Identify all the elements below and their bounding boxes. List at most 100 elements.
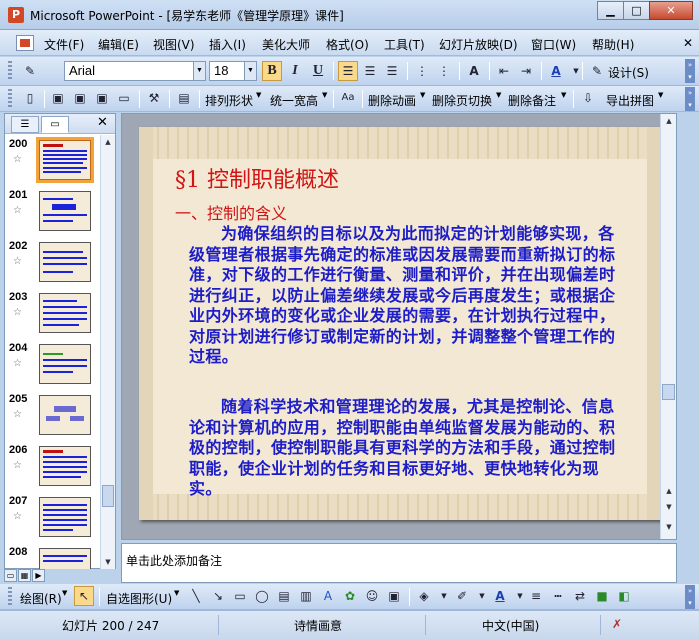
slide-thumbnail-204[interactable]: 204 ☆: [5, 341, 101, 391]
next-slide-icon[interactable]: ▼: [663, 500, 675, 514]
dash-style-icon[interactable]: ┅: [548, 586, 568, 606]
toolbar-grip[interactable]: [8, 61, 12, 81]
arrange-shapes-button[interactable]: 排列形状: [205, 92, 253, 109]
scroll-up-icon[interactable]: ▲: [663, 114, 675, 128]
slide-body-paragraph[interactable]: 随着科学技术和管理理论的发展，尤其是控制论、信息论和计算机的应用，控制职能由单纯…: [189, 397, 629, 500]
slideshow-view-icon[interactable]: ▶: [32, 569, 45, 582]
slide-subtitle[interactable]: 一、控制的含义: [175, 200, 287, 224]
font-name-select[interactable]: Arial ▼: [64, 61, 206, 81]
chevron-down-icon[interactable]: ▼: [420, 91, 425, 99]
font-replace-icon[interactable]: Aa: [338, 88, 358, 108]
chevron-down-icon[interactable]: ▼: [658, 91, 663, 99]
slide-sorter-view-icon[interactable]: ▦: [18, 569, 31, 582]
notes-pane[interactable]: 单击此处添加备注: [121, 543, 677, 583]
scroll-up-icon[interactable]: ▲: [102, 135, 114, 149]
menu-window[interactable]: 窗口(W): [531, 36, 576, 53]
menu-help[interactable]: 帮助(H): [592, 36, 634, 53]
scroll-thumb[interactable]: [102, 485, 114, 507]
previous-slide-icon[interactable]: ▲: [663, 484, 675, 498]
menu-slideshow[interactable]: 幻灯片放映(D): [439, 36, 518, 53]
chevron-down-icon[interactable]: ▼: [561, 91, 566, 99]
chevron-down-icon[interactable]: ▼: [472, 586, 492, 606]
scroll-down-icon[interactable]: ▼: [102, 555, 114, 569]
align-center-icon[interactable]: ☰: [360, 61, 380, 81]
increase-indent-icon[interactable]: ⇥: [516, 61, 536, 81]
remove-notes-button[interactable]: 删除备注: [508, 92, 556, 109]
autoshapes-button[interactable]: 自选图形(U): [106, 590, 172, 607]
chevron-down-icon[interactable]: ▼: [434, 586, 454, 606]
remove-transition-button[interactable]: 删除页切换: [432, 92, 492, 109]
line-color-icon[interactable]: ✐: [452, 586, 472, 606]
chevron-down-icon[interactable]: ▼: [62, 589, 67, 597]
increase-font-icon[interactable]: A: [464, 61, 484, 81]
underline-button[interactable]: U: [308, 61, 328, 81]
slides-tab[interactable]: ▭: [41, 116, 69, 133]
spelling-check-icon[interactable]: ✗: [612, 617, 622, 631]
menu-insert[interactable]: 插入(I): [209, 36, 246, 53]
diagram-icon[interactable]: ✿: [340, 586, 360, 606]
arrow-style-icon[interactable]: ⇄: [570, 586, 590, 606]
slide-thumbnail-205[interactable]: 205 ☆: [5, 392, 101, 442]
arrow-icon[interactable]: ↘: [208, 586, 228, 606]
font-color-icon[interactable]: A: [546, 61, 566, 81]
same-size-button[interactable]: 统一宽高: [270, 92, 318, 109]
menu-beautify[interactable]: 美化大师: [262, 36, 310, 53]
maximize-button[interactable]: □: [623, 1, 650, 20]
chevron-down-icon[interactable]: ▼: [244, 62, 256, 80]
menu-file[interactable]: 文件(F): [44, 36, 84, 53]
normal-view-icon[interactable]: ▭: [4, 569, 17, 582]
close-button[interactable]: ✕: [649, 1, 693, 20]
toolbar-options-icon[interactable]: » ▾: [685, 59, 695, 83]
powerpoint-app-icon[interactable]: P: [8, 7, 24, 23]
italic-button[interactable]: I: [285, 61, 305, 81]
slide-thumbnail-201[interactable]: 201 ☆: [5, 188, 101, 238]
page-icon[interactable]: ▤: [174, 88, 194, 108]
picture-icon[interactable]: ▣: [48, 88, 68, 108]
vertical-textbox-icon[interactable]: ▥: [296, 586, 316, 606]
layout-icon[interactable]: ▣: [92, 88, 112, 108]
fill-color-icon[interactable]: ◈: [414, 586, 434, 606]
chevron-down-icon[interactable]: ▼: [322, 91, 327, 99]
textbox-icon[interactable]: ▤: [274, 586, 294, 606]
current-slide[interactable]: §1 控制职能概述 一、控制的含义 为确保组织的目标以及为此而拟定的计划能够实现…: [139, 127, 661, 520]
format-painter-icon[interactable]: ✎: [20, 61, 40, 81]
design-button[interactable]: 设计(S): [608, 64, 649, 81]
slide-scrollbar[interactable]: ▲ ▲ ▼ ▼: [660, 114, 676, 539]
toolbar-grip[interactable]: [8, 89, 12, 109]
slide-thumbnail-200[interactable]: 200 ☆: [5, 137, 101, 187]
chevron-down-icon[interactable]: ▼: [496, 91, 501, 99]
chevron-down-icon[interactable]: ▼: [193, 62, 205, 80]
toolbar-options-icon[interactable]: » ▾: [685, 585, 695, 609]
shadow-icon[interactable]: ■: [592, 586, 612, 606]
menu-view[interactable]: 视图(V): [153, 36, 195, 53]
rectangle-icon[interactable]: ▭: [230, 586, 250, 606]
slide-thumbnail-206[interactable]: 206 ☆: [5, 443, 101, 493]
clipart-icon[interactable]: ☺: [362, 586, 382, 606]
chevron-down-icon[interactable]: ▼: [256, 91, 261, 99]
export-mosaic-button[interactable]: 导出拼图: [606, 92, 654, 109]
slide-thumbnail-202[interactable]: 202 ☆: [5, 239, 101, 289]
draw-menu-button[interactable]: 绘图(R): [20, 590, 62, 607]
close-icon[interactable]: ✕: [97, 115, 108, 130]
window-icon[interactable]: ▭: [114, 88, 134, 108]
bullet-list-icon[interactable]: ⋮: [434, 61, 454, 81]
decrease-indent-icon[interactable]: ⇤: [494, 61, 514, 81]
new-slide-icon[interactable]: ▯: [20, 88, 40, 108]
export-icon[interactable]: ⇩: [578, 88, 598, 108]
design-icon[interactable]: ✎: [587, 61, 607, 81]
magic-wand-icon[interactable]: ⚒: [144, 88, 164, 108]
doc-close-icon[interactable]: ✕: [683, 36, 693, 50]
oval-icon[interactable]: ◯: [252, 586, 272, 606]
menu-edit[interactable]: 编辑(E): [98, 36, 139, 53]
wordart-icon[interactable]: A: [318, 586, 338, 606]
3d-style-icon[interactable]: ◧: [614, 586, 634, 606]
slide-thumbnail-203[interactable]: 203 ☆: [5, 290, 101, 340]
remove-animation-button[interactable]: 删除动画: [368, 92, 416, 109]
toolbar-options-icon[interactable]: » ▾: [685, 87, 695, 111]
slide-body-paragraph[interactable]: 为确保组织的目标以及为此而拟定的计划能够实现，各级管理者根据事先确定的标准或因发…: [189, 224, 629, 368]
slides-scrollbar[interactable]: ▲ ▼: [100, 135, 115, 569]
font-size-select[interactable]: 18 ▼: [209, 61, 257, 81]
chevron-down-icon[interactable]: ▼: [566, 61, 586, 81]
font-color-icon[interactable]: A: [490, 586, 510, 606]
document-icon[interactable]: [16, 35, 34, 51]
